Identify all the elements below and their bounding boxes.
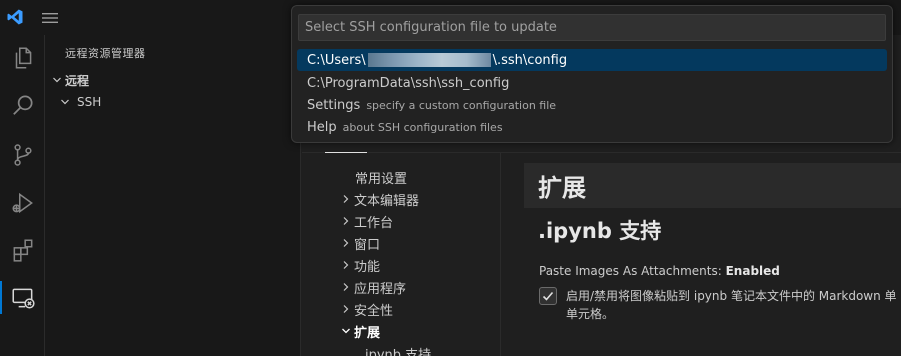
activity-search[interactable] [0, 82, 45, 127]
activity-run-debug[interactable] [0, 180, 45, 225]
quick-pick-input[interactable] [298, 14, 886, 41]
run-debug-icon [11, 192, 33, 213]
quick-pick-item-help[interactable]: Help about SSH configuration files [297, 116, 887, 138]
activity-explorer[interactable] [0, 35, 45, 80]
toc-item-text-editor[interactable]: 文本编辑器 [302, 188, 500, 210]
item-description: specify a custom configuration file [366, 98, 557, 112]
item-label: Settings [307, 97, 361, 113]
setting-title: Paste Images As Attachments: Enabled [539, 264, 780, 278]
chevron-down-icon [49, 72, 65, 88]
chevron-down-icon [338, 323, 354, 339]
toc-item-label: 功能 [354, 259, 381, 275]
toc-item-label: ipynb 支持 [365, 347, 432, 356]
toc-item-commonly-used[interactable]: 常用设置 [302, 166, 500, 188]
toc-item-label: 扩展 [354, 325, 381, 341]
chevron-right-icon [338, 191, 354, 207]
toc-item-workbench[interactable]: 工作台 [302, 210, 500, 232]
toc-item-features[interactable]: 功能 [302, 254, 500, 276]
setting-checkbox[interactable] [539, 287, 557, 305]
item-label-prefix: C:\Users\ [307, 52, 366, 68]
quick-pick-item-user-config[interactable]: C:\Users\ \.ssh\config [297, 49, 887, 71]
tree-item-remote[interactable]: 远程 [45, 69, 301, 91]
setting-description-line: 单元格。 [566, 307, 615, 321]
toc-item-label: 应用程序 [354, 281, 407, 297]
chevron-down-icon [57, 94, 73, 110]
tree-item-label: 远程 [65, 73, 90, 88]
explorer-icon [15, 46, 31, 69]
toc-item-label: 窗口 [354, 237, 381, 253]
search-icon [12, 94, 33, 115]
setting-name: Paste Images As Attachments: [539, 264, 722, 278]
settings-header-divider [302, 152, 901, 153]
activity-source-control[interactable] [0, 132, 45, 177]
extensions-icon [13, 238, 32, 262]
tree-item-ssh[interactable]: SSH [45, 91, 301, 113]
remote-explorer-sidebar: 远程资源管理器 远程 SSH [45, 35, 301, 356]
settings-content: 扩展 .ipynb 支持 Paste Images As Attachments… [524, 163, 901, 356]
remote-explorer-icon [11, 288, 35, 309]
chevron-right-icon [338, 301, 354, 317]
setting-description: 启用/禁用将图像粘贴到 ipynb 笔记本文件中的 Markdown 单 单元格… [566, 287, 901, 323]
activity-extensions[interactable] [0, 227, 45, 272]
vscode-logo-icon [7, 9, 23, 25]
item-description: about SSH configuration files [342, 120, 503, 134]
subsection-title: .ipynb 支持 [538, 219, 662, 243]
toc-item-label: 工作台 [354, 215, 394, 231]
check-icon [542, 291, 554, 301]
toc-item-security[interactable]: 安全性 [302, 298, 500, 320]
toc-item-ipynb[interactable]: ipynb 支持 [302, 342, 500, 356]
toc-item-label: 常用设置 [355, 171, 408, 187]
chevron-right-icon [338, 257, 354, 273]
quick-pick-item-settings[interactable]: Settings specify a custom configuration … [297, 94, 887, 116]
setting-description-line: 启用/禁用将图像粘贴到 ipynb 笔记本文件中的 Markdown 单 [566, 289, 897, 303]
activity-bar [0, 35, 45, 356]
item-label-suffix: \.ssh\config [492, 52, 568, 68]
quick-pick: C:\Users\ \.ssh\config C:\ProgramData\ss… [291, 5, 893, 143]
toc-divider [500, 153, 501, 356]
section-title: 扩展 [524, 163, 901, 208]
toc-item-label: 文本编辑器 [354, 193, 420, 209]
sidebar-title: 远程资源管理器 [65, 47, 146, 60]
activity-remote-explorer[interactable] [0, 275, 45, 320]
item-label: C:\ProgramData\ssh\ssh_config [307, 75, 510, 91]
toc-item-extensions[interactable]: 扩展 [302, 320, 500, 342]
toc-item-application[interactable]: 应用程序 [302, 276, 500, 298]
toc-item-label: 安全性 [354, 303, 394, 319]
chevron-right-icon [338, 235, 354, 251]
redacted-username [367, 53, 491, 67]
item-label: Help [307, 119, 337, 135]
chevron-right-icon [338, 213, 354, 229]
settings-toc: 常用设置 文本编辑器 工作台 窗口 功能 应用程序 安全性 扩展 ipynb 支… [302, 163, 500, 356]
hamburger-menu-icon[interactable] [40, 10, 60, 26]
tree-item-label: SSH [77, 95, 102, 109]
source-control-icon [13, 143, 32, 166]
quick-pick-item-programdata-config[interactable]: C:\ProgramData\ssh\ssh_config [297, 72, 887, 94]
settings-tab-underline [325, 152, 367, 153]
toc-item-window[interactable]: 窗口 [302, 232, 500, 254]
chevron-right-icon [338, 279, 354, 295]
setting-key: Enabled [725, 264, 780, 278]
